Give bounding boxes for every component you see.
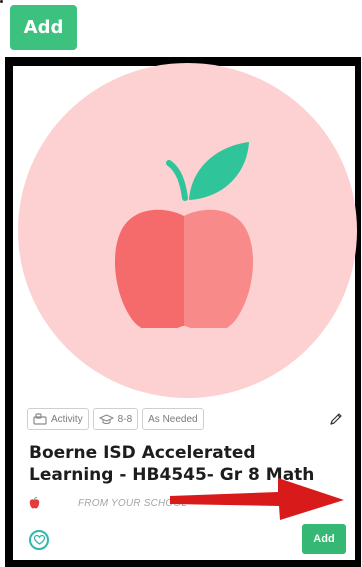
favorite-button[interactable] bbox=[29, 530, 49, 550]
corner-dot bbox=[0, 0, 3, 3]
tag-activity-label: Activity bbox=[51, 413, 83, 425]
red-arrow-annotation bbox=[170, 478, 344, 520]
card-image bbox=[13, 63, 357, 404]
tag-frequency: As Needed bbox=[142, 408, 204, 430]
activity-icon bbox=[33, 413, 47, 425]
tag-activity: Activity bbox=[27, 408, 89, 430]
page: Add Activity 8-8 As Needed Boerne ISD Ac… bbox=[0, 0, 362, 567]
tag-frequency-label: As Needed bbox=[148, 413, 198, 425]
apple-small-icon bbox=[29, 497, 40, 509]
add-button-top[interactable]: Add bbox=[10, 5, 77, 50]
graduation-cap-icon bbox=[98, 413, 114, 424]
tag-grade-label: 8-8 bbox=[117, 413, 133, 425]
apple-icon bbox=[114, 142, 254, 328]
source-row: FROM YOUR SCHOOL bbox=[29, 494, 187, 512]
heart-icon bbox=[33, 535, 45, 545]
pencil-icon[interactable] bbox=[329, 412, 343, 426]
add-button-card[interactable]: Add bbox=[302, 524, 346, 554]
tag-list: Activity 8-8 As Needed bbox=[27, 408, 204, 430]
tag-grade: 8-8 bbox=[92, 408, 139, 430]
resource-card[interactable]: Activity 8-8 As Needed Boerne ISD Accele… bbox=[13, 63, 357, 560]
